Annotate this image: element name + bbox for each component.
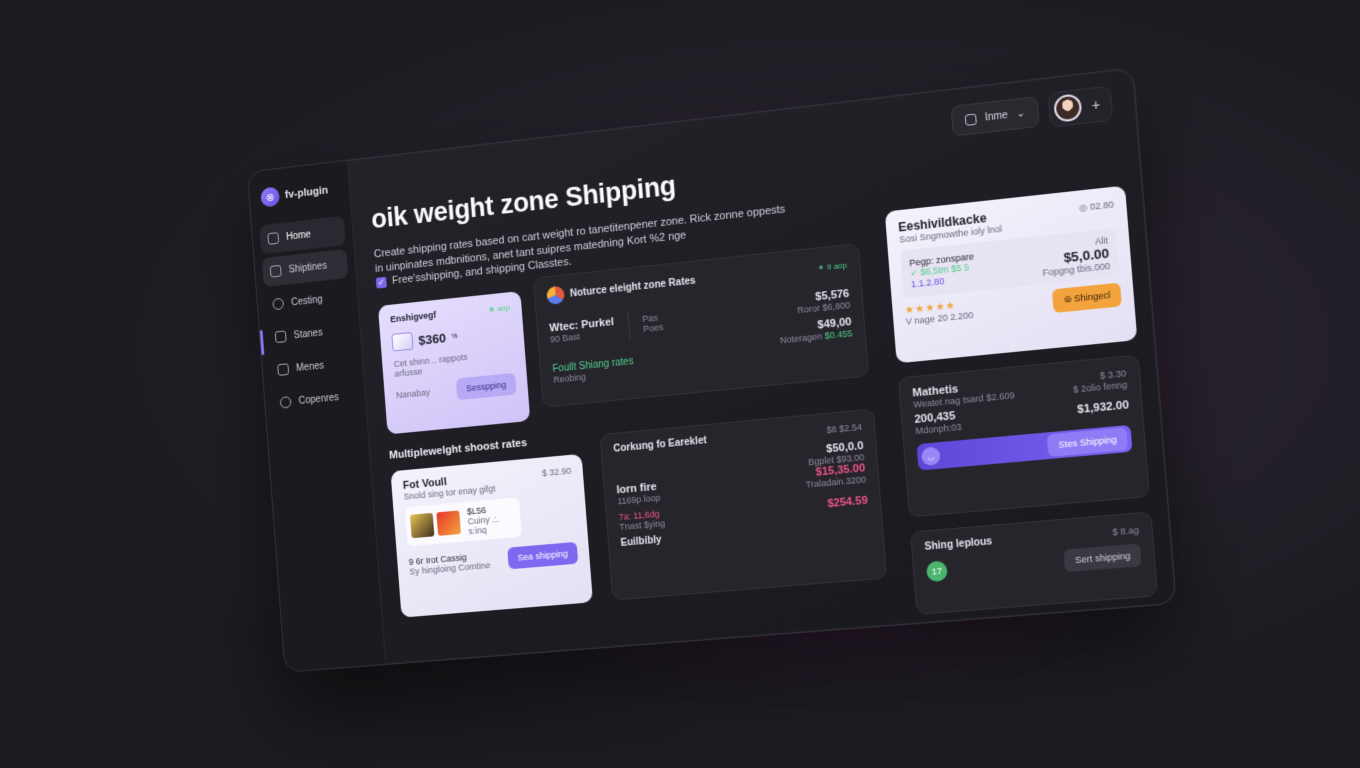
- rocket-icon: [274, 330, 287, 344]
- zone-icon: [546, 285, 565, 306]
- card-meta: $ 8.ag: [1112, 524, 1140, 537]
- zone-rates-card[interactable]: Noturce eleight zone Rates ⚭ 9 aop Wtec:…: [532, 243, 870, 408]
- product-thumb: [436, 510, 461, 536]
- divider: [626, 310, 631, 341]
- sidebar-item-stanes[interactable]: Stanes: [267, 315, 354, 353]
- shipping-replace-card[interactable]: Shing leplous $ 8.ag 17 Sert shipping: [910, 511, 1159, 615]
- sidebar-item-home[interactable]: Home: [259, 215, 346, 255]
- chevron-down-icon: ⌄: [1015, 107, 1026, 120]
- avatar[interactable]: [1052, 93, 1083, 123]
- brand-logo-icon: ⊗: [260, 186, 281, 208]
- home-select-label: Inme: [984, 109, 1009, 124]
- topbar: Inme ⌄ +: [950, 85, 1114, 138]
- box-icon: [391, 331, 414, 352]
- zone-mid-sub: Poes: [642, 322, 664, 334]
- mini-sub: Cuiny .:. s:inq: [467, 513, 500, 537]
- plus-icon[interactable]: +: [1091, 96, 1101, 113]
- sidebar-item-label: Cesting: [290, 293, 324, 308]
- rating-card[interactable]: Eeshivildkacke ◎ 02.80 Sosi Sngmowthe io…: [884, 185, 1138, 364]
- status-chip: 17: [925, 560, 948, 583]
- card-title: Enshigvegf: [389, 309, 437, 325]
- stes-shipping-button[interactable]: Stes Shipping: [1047, 427, 1129, 457]
- document-icon: [277, 363, 290, 376]
- fot-card[interactable]: Fot Voull $ 32.90 Snold sing tor enay gi…: [390, 453, 593, 618]
- card-title: Corkung fo Eareklet: [613, 435, 708, 455]
- card-tag: ★ aop: [487, 302, 511, 314]
- math-card[interactable]: Mathetis $ 3.30 Weatet nag tsard $2.609 …: [897, 354, 1151, 518]
- card-foot-label: Nanabay: [395, 387, 431, 401]
- rate-card-lavender[interactable]: Enshigvegf ★ aop $360 % Cet shinn .. rap…: [377, 291, 531, 435]
- math-price: $1,932.00: [1076, 399, 1130, 417]
- sidebar-item-label: Menes: [295, 360, 325, 374]
- brand[interactable]: ⊗ fv-plugin: [257, 179, 343, 208]
- free-shipping-checkbox[interactable]: ✓: [375, 276, 387, 289]
- card-price: $360: [417, 329, 447, 348]
- home-icon: [267, 232, 280, 245]
- sert-shipping-button[interactable]: Sert shipping: [1063, 543, 1142, 573]
- see-shipping-button[interactable]: Sea shipping: [507, 541, 579, 570]
- sidebar-item-shiptines[interactable]: Shiptines: [261, 248, 349, 288]
- sidebar-item-cesting[interactable]: Cesting: [264, 282, 351, 320]
- home-select[interactable]: Inme ⌄: [950, 96, 1040, 137]
- account-box[interactable]: +: [1047, 85, 1114, 128]
- product-thumb: [409, 512, 435, 539]
- card-meta: ⚭ 9 aop: [817, 260, 848, 273]
- app-window: ⊗ fv-plugin Home Shiptines Cesting Stane…: [246, 67, 1177, 673]
- box-icon: [269, 264, 282, 278]
- globe-icon: [279, 396, 292, 409]
- card-title: Shing leplous: [924, 536, 993, 553]
- sidebar: ⊗ fv-plugin Home Shiptines Cesting Stane…: [247, 160, 387, 672]
- center-price-3: $254.59: [827, 494, 869, 511]
- sidebar-item-label: Home: [285, 228, 312, 243]
- sidebar-item-menes[interactable]: Menes: [269, 348, 356, 386]
- center-rates-card[interactable]: Corkung fo Eareklet $8 $2.54 $50,0.0 Bgp…: [599, 408, 888, 601]
- section-label: Multiplewelght shoost rates: [388, 437, 528, 462]
- shipped-button[interactable]: ⊚ Shingecl: [1052, 282, 1122, 313]
- window-icon: [964, 112, 978, 126]
- sidebar-item-label: Stanes: [293, 327, 323, 341]
- set-shipping-button[interactable]: Sesspping: [455, 372, 517, 401]
- card-price-sup: %: [451, 332, 458, 341]
- nav-active-indicator: [259, 329, 265, 356]
- basket-icon: ◡: [920, 446, 941, 467]
- product-thumbs: [409, 510, 461, 539]
- clock-icon: [272, 297, 285, 311]
- brand-name: fv-plugin: [284, 184, 329, 202]
- sidebar-item-label: Copenres: [298, 391, 340, 407]
- sidebar-item-copenres[interactable]: Copenres: [272, 381, 359, 418]
- card-title: Noturce eleight zone Rates: [569, 275, 696, 300]
- sidebar-item-label: Shiptines: [288, 260, 328, 276]
- stage: ⊗ fv-plugin Home Shiptines Cesting Stane…: [0, 0, 1360, 768]
- card-meta: $8 $2.54: [826, 421, 863, 435]
